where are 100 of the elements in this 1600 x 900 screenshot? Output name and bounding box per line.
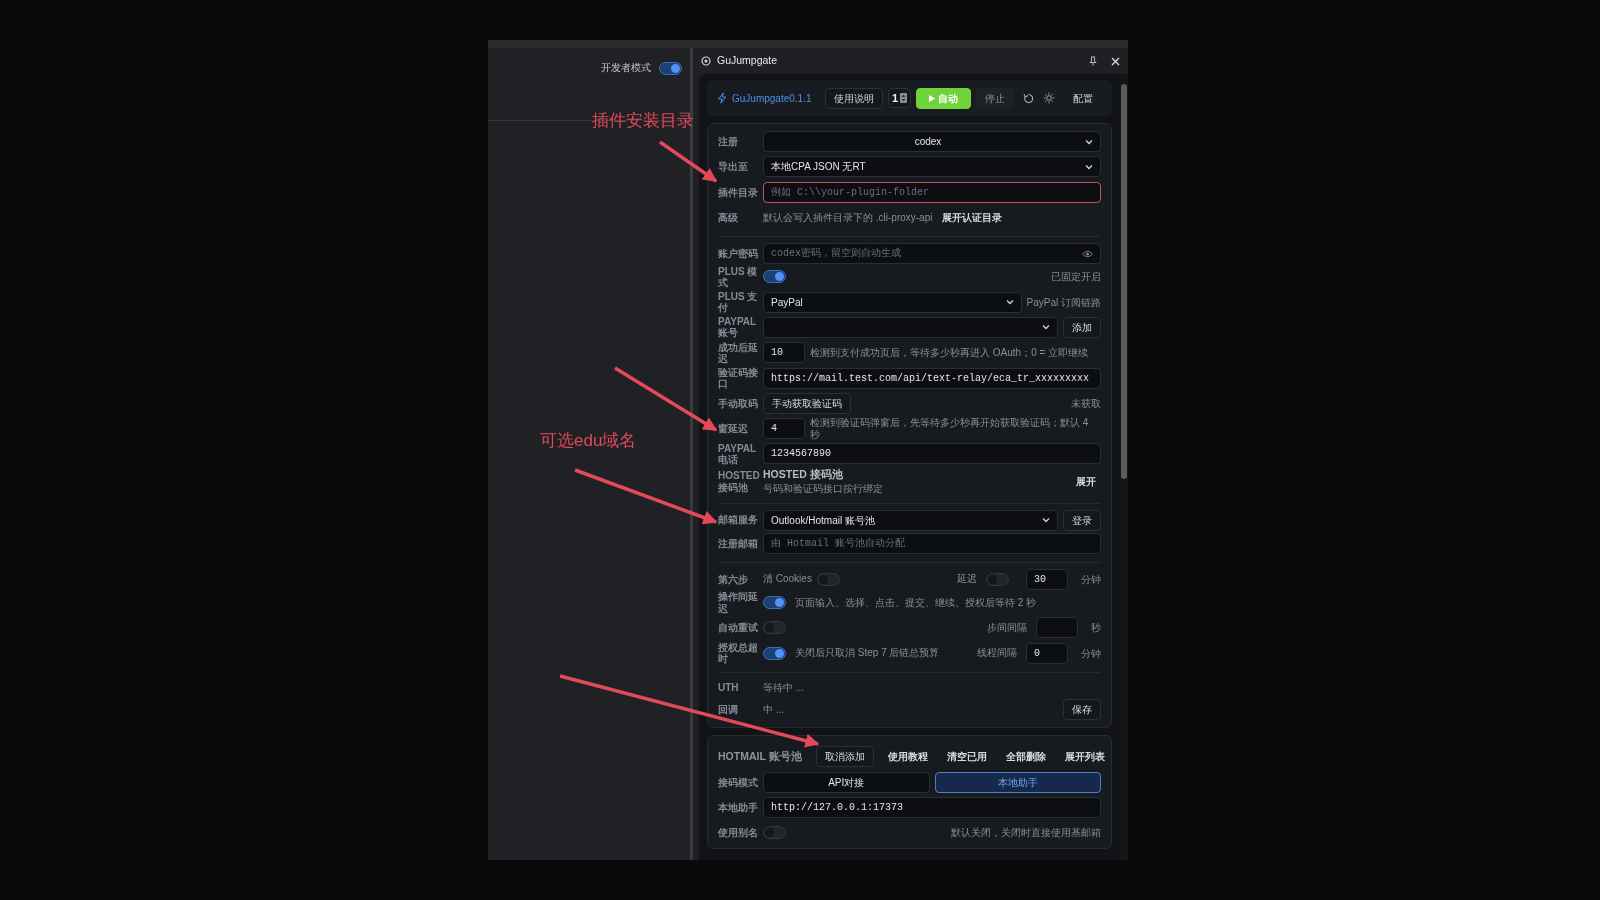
- lightning-icon: [717, 92, 727, 104]
- field-label: 接码模式: [718, 776, 758, 788]
- dropdown[interactable]: PayPal: [763, 291, 1022, 313]
- password-field[interactable]: codex密码，留空则自动生成: [763, 243, 1101, 265]
- hint-text: 已固定开启: [1051, 270, 1101, 285]
- input-field[interactable]: 4: [763, 418, 805, 440]
- toggle-switch[interactable]: [763, 646, 786, 660]
- field-label: 第六步: [718, 573, 749, 585]
- input-field[interactable]: 30: [1026, 568, 1068, 590]
- toggle-switch[interactable]: [763, 596, 786, 609]
- input-field[interactable]: 例如 C:\\your-plugin-folder: [763, 181, 1101, 203]
- field-label: 本地助手: [718, 802, 758, 814]
- toggle-label: 清 Cookies: [763, 573, 812, 586]
- toolbar-button[interactable]: 全部删除: [1000, 746, 1051, 768]
- dropdown[interactable]: 本地CPA JSON 无RT: [763, 156, 1101, 178]
- field-label: 步间间隔: [987, 621, 1027, 634]
- target-icon: [701, 56, 711, 66]
- app-name: GuJumpgate0.1.1: [732, 91, 812, 106]
- input-field[interactable]: http://127.0.0.1:17373: [763, 797, 1101, 819]
- toggle-switch[interactable]: [986, 572, 1009, 586]
- input-field[interactable]: 1234567890: [763, 443, 1101, 465]
- input-field[interactable]: [1036, 617, 1078, 639]
- spinner-icon: [900, 93, 908, 103]
- status-text: 等待中 ...: [763, 681, 805, 694]
- mode-tab[interactable]: API对接: [763, 771, 930, 793]
- refresh-icon[interactable]: [1023, 92, 1034, 104]
- card-title: HOTMAIL 账号池: [718, 749, 802, 765]
- hint-text: 检测到验证码弹窗后，先等待多少秒再开始获取验证码；默认 4 秒: [810, 416, 1090, 441]
- dropdown[interactable]: codex: [763, 131, 1101, 153]
- expand-button[interactable]: 展开认证目录: [937, 207, 1008, 229]
- play-icon: [929, 95, 936, 103]
- toolbar-button[interactable]: 取消添加: [815, 746, 874, 768]
- add-button[interactable]: 添加: [1063, 316, 1101, 338]
- toggle-label: 延迟: [957, 573, 977, 586]
- unit-text: 分钟: [1081, 572, 1101, 587]
- field-label: UTH: [718, 682, 740, 694]
- toggle-switch[interactable]: [763, 270, 786, 284]
- field-label: 线程间隔: [977, 647, 1017, 660]
- pin-icon: [1089, 56, 1097, 66]
- field-label: 注册邮箱: [718, 537, 758, 549]
- scrollbar-thumb[interactable]: [1121, 84, 1127, 479]
- field-label: PAYPAL 账号: [718, 316, 757, 339]
- dropdown[interactable]: Outlook/Hotmail 账号池: [763, 509, 1058, 531]
- hint-text: 默认会写入插件目录下的 .cli-proxy-api: [763, 211, 933, 224]
- toggle-switch[interactable]: [659, 62, 682, 75]
- field-label: 账户密码: [718, 248, 758, 260]
- field-label: 自动重试: [718, 622, 758, 634]
- developer-mode-label: 开发者模式: [601, 62, 651, 74]
- field-label: 插件目录: [718, 186, 758, 198]
- field-label: 邮箱服务: [718, 514, 758, 526]
- input-field[interactable]: 10: [763, 342, 805, 364]
- close-icon[interactable]: [1111, 56, 1120, 66]
- hint-text: 默认关闭，关闭时直接使用基邮箱: [951, 826, 1101, 841]
- config-button[interactable]: 配置: [1064, 87, 1102, 109]
- chevron-icon: [1042, 517, 1050, 524]
- field-label: 手动取码: [718, 397, 758, 409]
- eye-icon: [1082, 250, 1093, 259]
- chevron-icon: [1085, 163, 1093, 170]
- guide-button[interactable]: 使用说明: [825, 87, 884, 109]
- hint-text: 检测到支付成功页后，等待多少秒再进入 OAuth；0 = 立即继续: [810, 346, 1089, 359]
- field-label: 导出至: [718, 161, 749, 173]
- field-label: 高级: [718, 211, 739, 224]
- annotation-text: 可选edu域名: [540, 430, 637, 452]
- field-label: 验证码接口: [718, 366, 758, 390]
- expand-button[interactable]: 展开: [1071, 471, 1101, 493]
- field-label: PLUS 模式: [718, 265, 758, 288]
- sun-icon[interactable]: [1043, 92, 1055, 104]
- chevron-icon: [1005, 299, 1014, 306]
- unit-text: 分钟: [1081, 646, 1101, 661]
- field-label: PLUS 支付: [718, 290, 758, 314]
- annotation-arrow: [659, 140, 718, 183]
- unit-text: 秒: [1091, 621, 1101, 636]
- toolbar-button[interactable]: 使用教程: [882, 746, 933, 768]
- hint-text: 页面输入、选择、点击、提交、继续、授权后等待 2 秒: [795, 596, 1037, 609]
- toolbar-button[interactable]: 展开列表: [1059, 746, 1110, 768]
- add-button[interactable]: 登录: [1063, 509, 1101, 531]
- field-label: 成功后延迟: [718, 341, 758, 364]
- input-field[interactable]: 0: [1026, 642, 1068, 664]
- toggle-switch[interactable]: [763, 621, 786, 635]
- count-stepper[interactable]: 1: [888, 87, 912, 109]
- input-field[interactable]: https://mail.test.com/api/text-relay/eca_tr_xxxxxxxxx: [763, 367, 1101, 389]
- input-field[interactable]: 由 Hotmail 账号池自动分配: [763, 532, 1101, 554]
- field-label: PAYPAL 电话: [718, 442, 757, 466]
- hint-text: PayPal 订阅链路: [1026, 295, 1101, 310]
- chevron-icon: [1085, 138, 1093, 145]
- toggle-switch[interactable]: [763, 826, 786, 840]
- field-label: HOSTED 接码池: [718, 470, 758, 493]
- status-text: 未获取: [1071, 396, 1101, 411]
- field-label: 授权总超时: [718, 641, 758, 665]
- toggle-switch[interactable]: [816, 572, 840, 586]
- fetch-code-button[interactable]: 手动获取验证码: [763, 392, 851, 414]
- status-text: 中 ...: [763, 703, 785, 716]
- save-button[interactable]: 保存: [1063, 699, 1101, 721]
- field-label: 注册: [718, 136, 739, 148]
- stop-button[interactable]: 停止: [976, 87, 1014, 109]
- mode-tab[interactable]: 本地助手: [934, 771, 1101, 793]
- toolbar-button[interactable]: 清空已用: [941, 746, 992, 768]
- field-label: 回调: [718, 704, 739, 716]
- annotation-text: 插件安装目录: [592, 110, 694, 132]
- panel-title: GuJumpgate: [717, 53, 778, 69]
